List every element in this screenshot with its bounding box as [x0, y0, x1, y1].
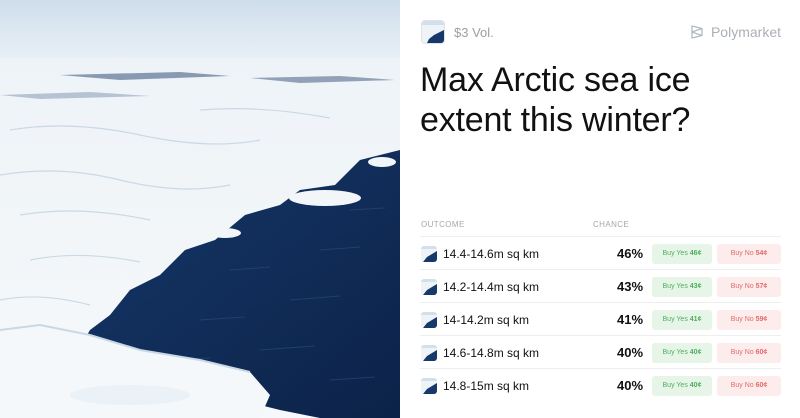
yes-price: 43¢: [689, 283, 702, 290]
sea-ice-photo: [0, 0, 400, 418]
buy-yes-button[interactable]: Buy Yes 41¢: [652, 310, 712, 330]
buy-yes-button[interactable]: Buy Yes 43¢: [652, 277, 712, 297]
yes-price: 46¢: [689, 250, 702, 257]
buy-no-label: Buy No: [730, 250, 754, 257]
no-price: 57¢: [755, 283, 768, 290]
outcome-chance: 41%: [617, 312, 644, 327]
no-price: 60¢: [755, 349, 768, 356]
outcome-label: 14.6-14.8m sq km: [443, 346, 540, 360]
buy-no-button[interactable]: Buy No 60¢: [717, 376, 781, 396]
outcome-row[interactable]: 14.8-15m sq km 40% Buy Yes 40¢ Buy No 60…: [420, 368, 781, 401]
buy-yes-label: Buy Yes: [662, 382, 688, 389]
no-price: 59¢: [755, 316, 768, 323]
buy-yes-label: Buy Yes: [662, 250, 688, 257]
buy-no-button[interactable]: Buy No 54¢: [717, 244, 781, 264]
yes-price: 40¢: [689, 382, 702, 389]
card-header: $3 Vol. Polymarket: [421, 20, 781, 46]
buy-no-label: Buy No: [730, 316, 754, 323]
outcome-chance: 46%: [617, 246, 644, 261]
yes-price: 40¢: [689, 349, 702, 356]
outcome-thumbnail-icon: [421, 345, 437, 361]
volume-text: $3 Vol.: [454, 25, 494, 40]
outcome-thumbnail-icon: [421, 246, 437, 262]
outcomes-list: 14.4-14.6m sq km 46% Buy Yes 46¢ Buy No …: [420, 236, 781, 401]
buy-no-label: Buy No: [730, 283, 754, 290]
buy-yes-button[interactable]: Buy Yes 40¢: [652, 343, 712, 363]
sea-ice-thumbnail-icon[interactable]: [421, 20, 445, 44]
chance-column-header: CHANCE: [593, 220, 630, 229]
buy-no-button[interactable]: Buy No 57¢: [717, 277, 781, 297]
outcome-chance: 43%: [617, 279, 644, 294]
polymarket-brand[interactable]: Polymarket: [689, 24, 781, 40]
outcome-row[interactable]: 14-14.2m sq km 41% Buy Yes 41¢ Buy No 59…: [420, 302, 781, 335]
outcome-label: 14.8-15m sq km: [443, 379, 530, 393]
outcome-label: 14.4-14.6m sq km: [443, 247, 540, 261]
yes-price: 41¢: [689, 316, 702, 323]
outcome-row[interactable]: 14.6-14.8m sq km 40% Buy Yes 40¢ Buy No …: [420, 335, 781, 368]
buy-no-label: Buy No: [730, 349, 754, 356]
no-price: 60¢: [755, 382, 768, 389]
buy-no-button[interactable]: Buy No 60¢: [717, 343, 781, 363]
buy-yes-button[interactable]: Buy Yes 46¢: [652, 244, 712, 264]
buy-no-label: Buy No: [730, 382, 754, 389]
outcome-label: 14-14.2m sq km: [443, 313, 530, 327]
outcome-chance: 40%: [617, 378, 644, 393]
outcome-thumbnail-icon: [421, 378, 437, 394]
buy-yes-button[interactable]: Buy Yes 40¢: [652, 376, 712, 396]
outcome-label: 14.2-14.4m sq km: [443, 280, 540, 294]
polymarket-logo-icon: [691, 25, 703, 39]
outcome-chance: 40%: [617, 345, 644, 360]
outcome-row[interactable]: 14.4-14.6m sq km 46% Buy Yes 46¢ Buy No …: [420, 236, 781, 269]
brand-name: Polymarket: [710, 24, 781, 40]
market-title: Max Arctic sea ice extent this winter?: [420, 61, 691, 139]
no-price: 54¢: [755, 250, 768, 257]
buy-yes-label: Buy Yes: [662, 283, 688, 290]
buy-yes-label: Buy Yes: [662, 316, 688, 323]
buy-no-button[interactable]: Buy No 59¢: [717, 310, 781, 330]
outcome-thumbnail-icon: [421, 312, 437, 328]
outcome-thumbnail-icon: [421, 279, 437, 295]
outcome-column-header: OUTCOME: [421, 220, 465, 229]
buy-yes-label: Buy Yes: [662, 349, 688, 356]
outcome-row[interactable]: 14.2-14.4m sq km 43% Buy Yes 43¢ Buy No …: [420, 269, 781, 302]
market-card: $3 Vol. Polymarket Max Arctic sea ice ex…: [400, 0, 800, 418]
